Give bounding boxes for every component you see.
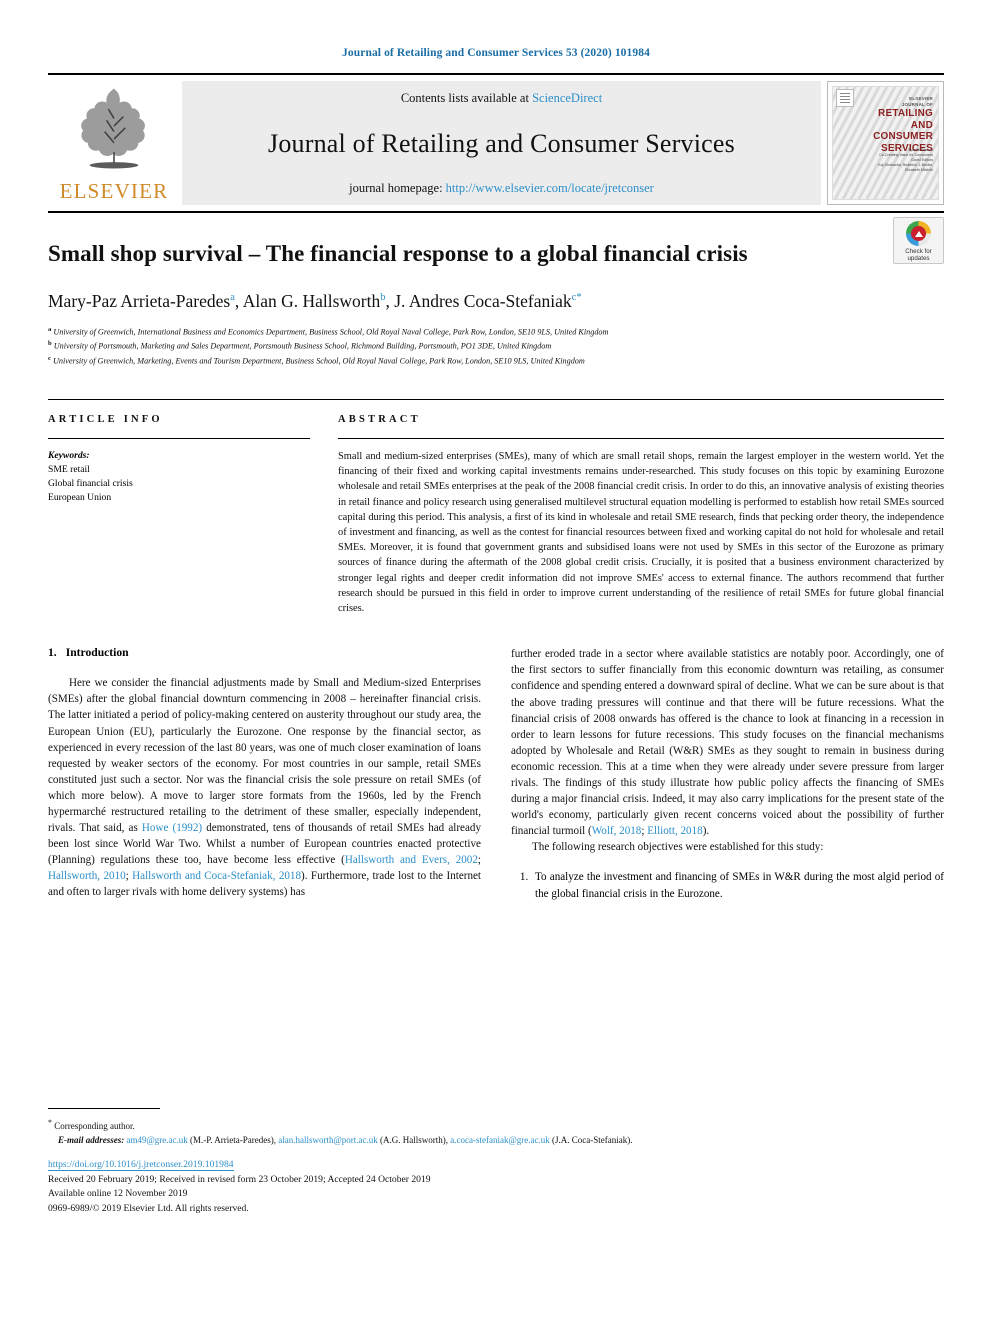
citation-sep: ; [477,854,481,867]
email-owner-2: (A.G. Hallsworth) [380,1134,446,1145]
affiliation-mark: a [48,326,52,333]
cover-line3: CONSUMER [873,131,933,142]
citation-wolf-2018[interactable]: Wolf, 2018 [592,825,642,837]
crossmark-label-line1: Check for [905,248,932,255]
corresponding-author-mark: * [576,292,582,304]
affiliation-text: University of Portsmouth, Marketing and … [53,342,552,352]
citation-hallsworth-coca-stefaniak-2018[interactable]: Hallsworth and Coca-Stefaniak, 2018 [132,870,301,882]
keyword-item: Global financial crisis [48,477,133,489]
available-online: Available online 12 November 2019 [48,1188,188,1200]
corresponding-text: Corresponding author. [54,1121,135,1131]
journal-masthead: ELSEVIER Contents lists available at Sci… [48,73,944,205]
abstract-heading: ABSTRACT [338,413,421,425]
body-left-column: 1. Introduction Here we consider the fina… [48,646,481,901]
citation-howe-1992[interactable]: Howe (1992) [142,822,202,834]
affiliation-text: University of Greenwich, Marketing, Even… [52,356,585,366]
crossmark-label-line2: updates [907,255,930,263]
cover-title-text: ELSEVIER JOURNAL OF RETAILING AND CONSUM… [828,96,939,154]
journal-title: Journal of Retailing and Consumer Servic… [268,128,735,158]
author-name: Alan G. Hallsworth [242,291,381,311]
abstract-rule [338,437,944,439]
cover-line2: AND [910,119,933,131]
masthead-center: Contents lists available at ScienceDirec… [182,81,821,205]
author-list: Mary-Paz Arrieta-Paredesa, Alan G. Halls… [48,291,582,311]
doi-line: https://doi.org/10.1016/j.jretconser.201… [48,1158,431,1173]
homepage-line: journal homepage: http://www.elsevier.co… [349,181,654,196]
citation-elliott-2018[interactable]: Elliott, 2018 [647,825,702,837]
intro-paragraph-left: Here we consider the financial adjustmen… [48,675,481,900]
email-label: E-mail addresses: [58,1134,125,1145]
research-objectives-list: To analyze the investment and financing … [511,869,944,901]
sciencedirect-link[interactable]: ScienceDirect [532,91,602,105]
publication-info: https://doi.org/10.1016/j.jretconser.201… [48,1158,431,1216]
corresponding-star: * [48,1118,52,1127]
corresponding-author-note: * Corresponding author. [48,1116,944,1134]
affiliation-mark: b [48,340,52,348]
footnote-block: * Corresponding author. E-mail addresses… [48,1108,944,1147]
affiliation-list: a University of Greenwich, International… [48,324,944,367]
elsevier-wordmark: ELSEVIER [59,179,169,203]
affiliation-item: a University of Greenwich, International… [48,324,944,338]
cover-sub5: Elizabeth Mitchell [905,168,933,172]
citation-hallsworth-evers-2002[interactable]: Hallsworth and Evers, 2002 [345,854,478,866]
contents-line: Contents lists available at ScienceDirec… [401,91,602,106]
email-link-3[interactable]: a.coca-stefaniak@gre.ac.uk [450,1135,549,1145]
affiliation-mark: c [48,354,51,362]
section-number: 1. [48,646,57,660]
email-addresses-note: E-mail addresses: am49@gre.ac.uk (M.-P. … [58,1134,633,1145]
copyright-line: 0969-6989/© 2019 Elsevier Ltd. All right… [48,1202,249,1214]
keyword-item: SME retail [48,463,90,475]
cover-line1: RETAILING [878,108,933,119]
section-title: Introduction [65,646,129,660]
intro-text-a: Here we consider the financial adjustmen… [48,677,481,835]
keywords-label: Keywords: [48,449,90,461]
author-name: J. Andres Coca-Stefaniak [394,291,572,311]
crossmark-badge[interactable]: Check for updates [893,217,944,264]
keyword-item: European Union [48,491,112,503]
footnote-rule [48,1108,160,1109]
info-abstract-section: ARTICLE INFO Keywords: SME retail Global… [48,398,944,616]
email-link-2[interactable]: alan.hallsworth@port.ac.uk [278,1135,378,1145]
page-title: Small shop survival – The financial resp… [48,241,748,266]
affiliation-text: University of Greenwich, International B… [53,327,609,337]
objective-item: To analyze the investment and financing … [531,869,944,901]
email-owner-3: (J.A. Coca-Stefaniak). [552,1134,633,1145]
abstract-column: ABSTRACT Small and medium-sized enterpri… [338,414,944,616]
cover-subtext: Special Section Co-Creating Value for Co… [878,148,933,173]
article-info-heading: ARTICLE INFO [48,413,163,425]
author-affil-mark: a [230,292,235,304]
received-dates: Received 20 February 2019; Received in r… [48,1173,431,1185]
intro-right-text-a: further eroded trade in a sector where a… [511,648,944,838]
abstract-text: Small and medium-sized enterprises (SMEs… [338,450,944,615]
masthead-bottom-rule [48,211,944,213]
intro-right-text-b: ). [702,825,710,838]
author-name: Mary-Paz Arrieta-Paredes [48,291,231,311]
elsevier-logo-block: ELSEVIER [48,81,180,205]
homepage-prefix: journal homepage: [349,181,446,195]
article-info-rule [48,437,310,439]
journal-cover-thumbnail: ELSEVIER JOURNAL OF RETAILING AND CONSUM… [827,81,944,205]
affiliation-item: c University of Greenwich, Marketing, Ev… [48,353,944,367]
contents-prefix: Contents lists available at [400,91,533,105]
elsevier-tree-icon [81,88,145,169]
body-columns: 1. Introduction Here we consider the fina… [48,646,944,901]
body-right-column: further eroded trade in a sector where a… [511,646,944,901]
affiliation-item: b University of Portsmouth, Marketing an… [48,338,944,352]
crossmark-label: Check for updates [905,248,931,263]
intro-paragraph-right: further eroded trade in a sector where a… [511,646,944,839]
running-head: Journal of Retailing and Consumer Servic… [342,47,650,59]
article-info-column: ARTICLE INFO Keywords: SME retail Global… [48,414,338,616]
title-block: Check for updates Small shop survival – … [48,217,944,367]
doi-link[interactable]: https://doi.org/10.1016/j.jretconser.201… [48,1159,234,1171]
section-heading-introduction: 1. Introduction [48,646,481,659]
email-owner-1: (M.-P. Arrieta-Paredes) [190,1134,274,1145]
paper-page: Journal of Retailing and Consumer Servic… [0,0,992,1323]
objectives-lead-in: The following research objectives were e… [532,841,824,854]
journal-homepage-link[interactable]: http://www.elsevier.com/locate/jretconse… [446,181,654,195]
author-affil-mark: b [380,292,386,304]
email-link-1[interactable]: am49@gre.ac.uk [127,1135,188,1145]
crossmark-icon [906,221,931,246]
citation-hallsworth-2010[interactable]: Hallsworth, 2010 [48,870,126,882]
